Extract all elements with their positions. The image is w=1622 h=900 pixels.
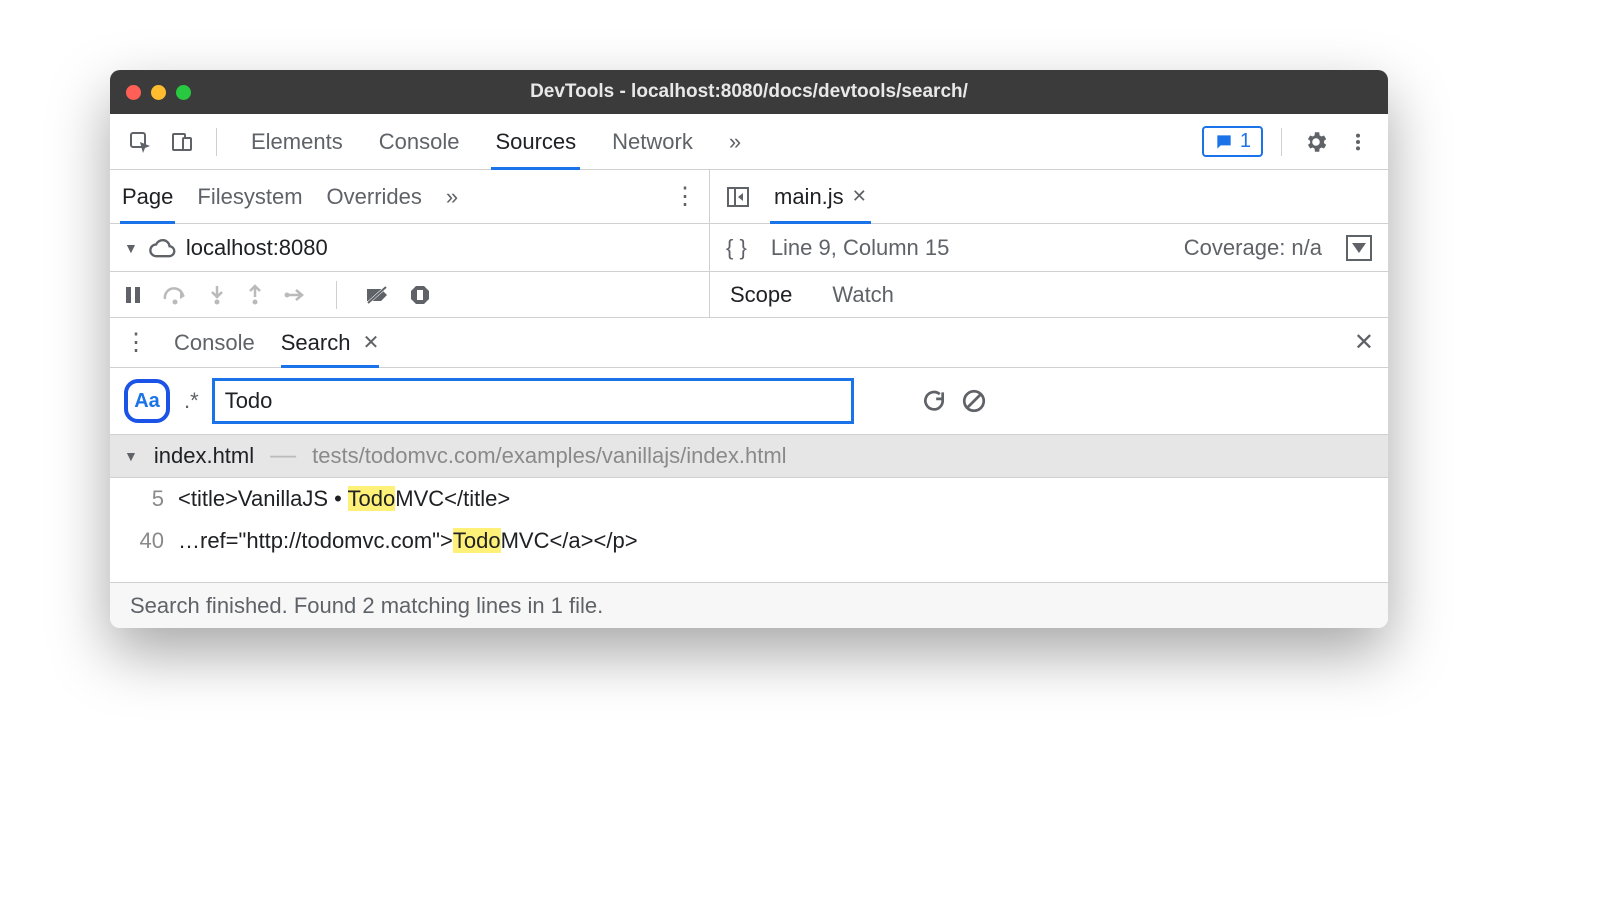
drawer-tab-search[interactable]: Search ✕ [281, 318, 380, 367]
disclosure-triangle-icon[interactable]: ▼ [124, 448, 138, 464]
step-icon[interactable] [284, 286, 308, 304]
close-tab-icon[interactable]: ✕ [852, 186, 867, 207]
line-content: …ref="http://todomvc.com">TodoMVC</a></p… [178, 528, 638, 554]
titlebar: DevTools - localhost:8080/docs/devtools/… [110, 70, 1388, 114]
navigator-pane: Page Filesystem Overrides » ⋮ ▼ localhos… [110, 170, 710, 272]
navigator-more-icon[interactable]: ⋮ [673, 182, 697, 211]
settings-icon[interactable] [1300, 126, 1332, 158]
separator: — [270, 439, 296, 470]
search-status-text: Search finished. Found 2 matching lines … [130, 593, 603, 619]
inspect-element-icon[interactable] [124, 126, 156, 158]
drawer-more-icon[interactable]: ⋮ [124, 328, 148, 357]
minimize-window-button[interactable] [151, 85, 166, 100]
cloud-icon [148, 237, 176, 259]
close-drawer-icon[interactable]: ✕ [1354, 328, 1374, 357]
device-toolbar-icon[interactable] [166, 126, 198, 158]
tree-root-label: localhost:8080 [186, 235, 328, 261]
tab-scope[interactable]: Scope [730, 282, 792, 308]
tab-console[interactable]: Console [379, 114, 460, 169]
search-toolbar: Aa .* [110, 368, 1388, 434]
nav-tabs-overflow[interactable]: » [446, 170, 458, 223]
close-tab-icon[interactable]: ✕ [363, 330, 380, 355]
line-number: 5 [124, 486, 164, 512]
result-file-name: index.html [154, 443, 254, 469]
result-file-path: tests/todomvc.com/examples/vanillajs/ind… [312, 443, 786, 469]
match-highlight: Todo [453, 528, 501, 553]
nav-tab-overrides[interactable]: Overrides [327, 170, 422, 223]
tab-network[interactable]: Network [612, 114, 693, 169]
pause-on-exceptions-icon[interactable] [409, 284, 431, 306]
editor-pane: main.js ✕ { } Line 9, Column 15 Coverage… [710, 170, 1388, 272]
more-icon[interactable] [1342, 126, 1374, 158]
search-result-line[interactable]: 5 <title>VanillaJS • TodoMVC</title> [110, 478, 1388, 520]
match-case-button[interactable]: Aa [124, 379, 170, 423]
file-tab-label: main.js [774, 184, 844, 210]
drawer-tab-search-label: Search [281, 330, 351, 356]
tabs-overflow[interactable]: » [729, 114, 741, 169]
divider [1281, 128, 1282, 156]
step-over-icon[interactable] [162, 285, 188, 305]
line-content: <title>VanillaJS • TodoMVC</title> [178, 486, 510, 512]
zoom-window-button[interactable] [176, 85, 191, 100]
window-controls [126, 85, 191, 100]
search-result-line[interactable]: 40 …ref="http://todomvc.com">TodoMVC</a>… [110, 520, 1388, 562]
clear-icon[interactable] [961, 388, 987, 414]
tree-root-row[interactable]: ▼ localhost:8080 [110, 224, 709, 272]
file-tab-main-js[interactable]: main.js ✕ [770, 170, 871, 223]
deactivate-breakpoints-icon[interactable] [365, 285, 389, 305]
tab-elements[interactable]: Elements [251, 114, 343, 169]
refresh-icon[interactable] [921, 388, 947, 414]
debugger-toolbar [110, 272, 709, 318]
drawer-tabs: ⋮ Console Search ✕ ✕ [110, 318, 1388, 368]
sources-panel: Page Filesystem Overrides » ⋮ ▼ localhos… [110, 170, 1388, 272]
debugger-sidebar-tabs: Scope Watch [710, 272, 1388, 318]
debugger-row: Scope Watch [110, 272, 1388, 318]
pretty-print-icon[interactable]: { } [726, 235, 747, 261]
editor-tabs: main.js ✕ [710, 170, 1388, 224]
line-number: 40 [124, 528, 164, 554]
disclosure-triangle-icon[interactable]: ▼ [124, 240, 138, 256]
search-result-file-header[interactable]: ▼ index.html — tests/todomvc.com/example… [110, 434, 1388, 478]
toggle-details-icon[interactable] [1346, 235, 1372, 261]
step-into-icon[interactable] [208, 284, 226, 306]
window-title: DevTools - localhost:8080/docs/devtools/… [110, 81, 1388, 103]
tab-sources[interactable]: Sources [495, 114, 576, 169]
pause-icon[interactable] [124, 285, 142, 305]
main-tabs: Elements Console Sources Network » [251, 114, 741, 169]
divider [216, 128, 217, 156]
step-out-icon[interactable] [246, 284, 264, 306]
drawer-tab-console[interactable]: Console [174, 318, 255, 367]
editor-status: { } Line 9, Column 15 Coverage: n/a [710, 224, 1388, 272]
tab-watch[interactable]: Watch [832, 282, 894, 308]
devtools-window: DevTools - localhost:8080/docs/devtools/… [110, 70, 1388, 628]
toggle-navigator-icon[interactable] [722, 181, 754, 213]
nav-tab-filesystem[interactable]: Filesystem [197, 170, 302, 223]
issues-badge[interactable]: 1 [1202, 126, 1263, 157]
nav-tab-page[interactable]: Page [122, 170, 173, 223]
search-status-bar: Search finished. Found 2 matching lines … [110, 582, 1388, 628]
divider [336, 281, 337, 309]
search-input[interactable] [213, 379, 853, 423]
main-toolbar: Elements Console Sources Network » 1 [110, 114, 1388, 170]
navigator-tabs: Page Filesystem Overrides » ⋮ [110, 170, 709, 224]
match-highlight: Todo [348, 486, 396, 511]
close-window-button[interactable] [126, 85, 141, 100]
coverage-status: Coverage: n/a [1184, 235, 1322, 261]
cursor-position: Line 9, Column 15 [771, 235, 950, 261]
issues-count: 1 [1240, 130, 1251, 153]
regex-button[interactable]: .* [184, 388, 199, 414]
